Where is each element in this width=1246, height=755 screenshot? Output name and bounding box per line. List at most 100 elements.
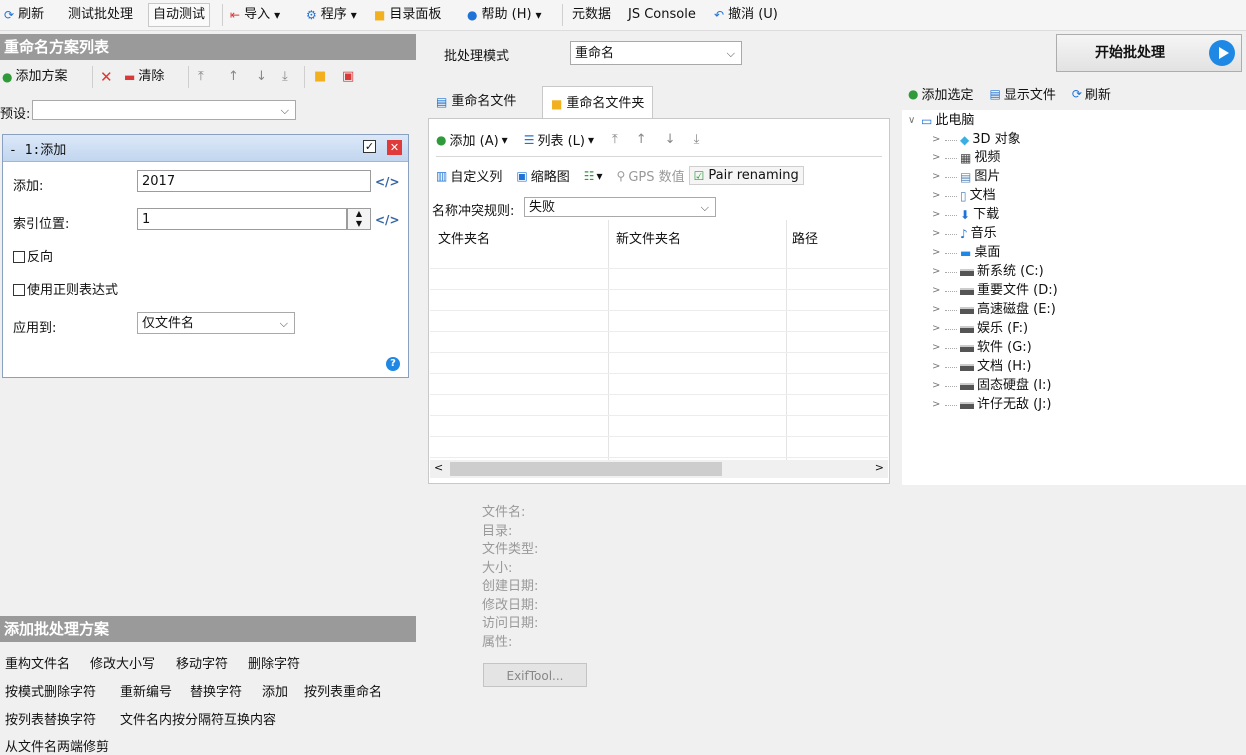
scrollbar-thumb[interactable] [450, 462, 722, 476]
scroll-left-icon[interactable]: < [434, 461, 443, 474]
action-trim-ends[interactable]: 从文件名两端修剪 [5, 736, 109, 755]
tree-node-drive-c[interactable]: > 新系统 (C:) [932, 263, 1044, 281]
remove-rule-button[interactable]: ✕ [387, 140, 402, 155]
program-label: 程序 [320, 7, 347, 22]
rule-card-header[interactable]: - 1:添加 ✓ ✕ [3, 135, 408, 162]
action-rename-by-list[interactable]: 按列表重命名 [304, 681, 382, 700]
batch-mode-select[interactable]: 重命名 ⌵ [570, 41, 742, 65]
name-conflict-select[interactable]: 失败 ⌵ [524, 197, 716, 217]
pair-renaming-toggle[interactable]: ☑ Pair renaming [688, 166, 804, 185]
test-batch-button[interactable]: 测试批处理 [68, 5, 133, 25]
tree-node-music[interactable]: > ♪ 音乐 [932, 225, 997, 243]
refresh-icon: ⟳ [1071, 86, 1082, 101]
tree-refresh-button[interactable]: ⟳ 刷新 [1071, 84, 1111, 104]
add-menu[interactable]: ● 添加 (A) ▾ [436, 130, 508, 150]
show-files-button[interactable]: ▤ 显示文件 [990, 84, 1056, 104]
metadata-button[interactable]: 元数据 [572, 5, 611, 25]
tree-node-desktop[interactable]: > ▬ 桌面 [932, 244, 1000, 262]
gps-label: GPS 数值 [628, 170, 685, 185]
add-selected-button[interactable]: ● 添加选定 [908, 84, 974, 104]
horizontal-scrollbar[interactable]: < > [430, 460, 888, 478]
tree-node-drive-g[interactable]: > 软件 (G:) [932, 339, 1032, 357]
code-icon[interactable]: </> [375, 175, 400, 189]
list-menu[interactable]: ☰ 列表 (L) ▾ [524, 130, 594, 150]
preset-select[interactable]: ⌵ [32, 100, 296, 120]
start-batch-button[interactable]: 开始批处理 [1056, 34, 1242, 72]
action-replace-chars[interactable]: 替换字符 [190, 681, 242, 700]
tab-rename-folders[interactable]: ■ 重命名文件夹 [542, 86, 654, 120]
add-scheme-button[interactable]: ● 添加方案 [2, 68, 68, 86]
import-menu[interactable]: ⇤ 导入 ▾ [230, 5, 280, 25]
move-bottom-icon[interactable]: ⤓ [694, 132, 700, 147]
dir-panel-button[interactable]: ■ 目录面板 [374, 5, 441, 25]
action-restructure[interactable]: 重构文件名 [5, 653, 70, 672]
action-delete-chars[interactable]: 删除字符 [248, 653, 300, 672]
action-replace-by-list[interactable]: 按列表替换字符 [5, 709, 96, 728]
action-move-chars[interactable]: 移动字符 [176, 653, 228, 672]
tree-node-downloads[interactable]: > ⬇ 下载 [932, 206, 999, 224]
tree-node-drive-j[interactable]: > 许仔无敌 (J:) [932, 396, 1052, 414]
tab-rename-folders-label: 重命名文件夹 [566, 95, 645, 111]
folder-table[interactable]: 文件夹名 新文件夹名 路径 [430, 220, 888, 460]
column-folder-name[interactable]: 文件夹名 [438, 228, 490, 247]
action-renumber[interactable]: 重新编号 [120, 681, 172, 700]
clear-button[interactable]: ▬ 清除 [124, 68, 164, 86]
move-bottom-button[interactable]: ⤓ [282, 68, 288, 86]
layout-menu[interactable]: ☷ ▾ [584, 169, 603, 183]
move-top-icon[interactable]: ⤒ [612, 132, 618, 147]
tab-rename-files[interactable]: ▤ 重命名文件 [428, 86, 524, 118]
action-add[interactable]: 添加 [262, 681, 288, 700]
toolbar-separator [562, 4, 563, 26]
tree-node-drive-d[interactable]: > 重要文件 (D:) [932, 282, 1058, 300]
tree-refresh-label: 刷新 [1084, 88, 1111, 103]
help-icon[interactable]: ? [386, 357, 400, 371]
add-scheme-label: 添加方案 [15, 69, 68, 84]
refresh-button[interactable]: ⟳ 刷新 [4, 5, 44, 25]
js-console-button[interactable]: JS Console [628, 5, 696, 25]
gps-button[interactable]: ⚲ GPS 数值 [617, 166, 685, 186]
delete-button[interactable]: ✕ [100, 68, 113, 86]
exiftool-button[interactable]: ExifTool... [483, 663, 587, 687]
column-path[interactable]: 路径 [792, 228, 818, 247]
chevron-right-icon: > [932, 399, 941, 410]
custom-columns-button[interactable]: ▥ 自定义列 [436, 166, 502, 186]
tree-node-drive-f[interactable]: > 娱乐 (F:) [932, 320, 1028, 338]
undo-button[interactable]: ↶ 撤消 (U) [714, 5, 778, 25]
move-top-button[interactable]: ⤒ [198, 68, 204, 86]
tree-node-this-pc[interactable]: ∨ ▭ 此电脑 [908, 112, 974, 130]
index-stepper[interactable]: ▲ ▼ [347, 208, 371, 230]
action-swap-by-separator[interactable]: 文件名内按分隔符互换内容 [120, 709, 276, 728]
action-change-case[interactable]: 修改大小写 [90, 653, 155, 672]
prop-filetype: 文件类型: [482, 542, 539, 557]
import-icon: ⇤ [230, 8, 241, 22]
column-new-folder-name[interactable]: 新文件夹名 [616, 228, 681, 247]
code-icon[interactable]: </> [375, 213, 400, 227]
scroll-right-icon[interactable]: > [875, 461, 884, 474]
tree-node-videos[interactable]: > ▦ 视频 [932, 149, 1000, 167]
move-up-button[interactable]: ↑ [228, 68, 239, 86]
add-text-input[interactable]: 2017 [137, 170, 371, 192]
arrow-up-icon[interactable]: ↑ [636, 132, 647, 147]
index-position-input[interactable]: 1 [137, 208, 347, 230]
enable-rule-checkbox[interactable]: ✓ [363, 140, 376, 153]
tree-node-drive-e[interactable]: > 高速磁盘 (E:) [932, 301, 1056, 319]
action-delete-by-pattern[interactable]: 按模式删除字符 [5, 681, 96, 700]
apply-to-select[interactable]: 仅文件名 ⌵ [137, 312, 295, 334]
open-preset-button[interactable]: ■ [314, 68, 326, 86]
move-down-button[interactable]: ↓ [256, 68, 267, 86]
thumbnails-button[interactable]: ▣ 缩略图 [516, 166, 569, 186]
tree-node-pictures[interactable]: > ▤ 图片 [932, 168, 1000, 186]
save-preset-button[interactable]: ▣ [342, 68, 354, 86]
chevron-right-icon: > [932, 266, 941, 277]
reverse-checkbox[interactable]: 反向 [13, 246, 53, 265]
arrow-down-icon[interactable]: ↓ [665, 132, 676, 147]
regex-checkbox[interactable]: 使用正则表达式 [13, 279, 118, 298]
name-conflict-value: 失败 [529, 200, 556, 215]
tree-node-documents[interactable]: > ▯ 文档 [932, 187, 996, 205]
help-menu[interactable]: ● 帮助 (H) ▾ [467, 5, 542, 25]
tree-node-drive-h[interactable]: > 文档 (H:) [932, 358, 1031, 376]
tree-node-3d-objects[interactable]: > ◆ 3D 对象 [932, 131, 1021, 149]
tree-node-drive-i[interactable]: > 固态硬盘 (I:) [932, 377, 1052, 395]
auto-test-toggle[interactable]: 自动测试 [148, 3, 211, 27]
program-menu[interactable]: ⚙ 程序 ▾ [306, 5, 357, 25]
